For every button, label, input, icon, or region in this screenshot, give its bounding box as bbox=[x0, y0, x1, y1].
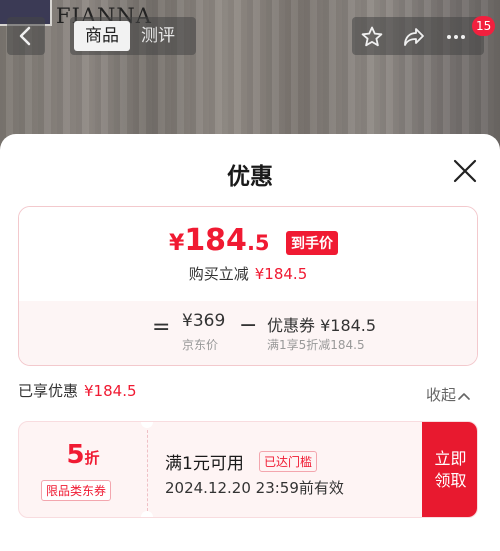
product-tabs: 商品 测评 bbox=[70, 17, 196, 55]
discount-unit: 折 bbox=[84, 449, 100, 467]
equals-sign: = bbox=[152, 315, 171, 340]
final-price-section: ¥184.5 到手价 购买立减 ¥184.5 bbox=[19, 207, 477, 301]
collapse-toggle[interactable]: 收起 bbox=[426, 384, 470, 405]
original-price-label: 京东价 bbox=[182, 338, 219, 352]
enjoyed-amount: ¥184.5 bbox=[84, 382, 137, 400]
close-icon[interactable] bbox=[452, 158, 478, 184]
star-icon[interactable] bbox=[360, 25, 384, 49]
action-bar bbox=[352, 17, 484, 55]
coupon-voucher: 5折 限品类东券 满1元可用 已达门槛 2024.12.20 23:59前有效 … bbox=[18, 421, 478, 518]
voucher-notch-top bbox=[141, 422, 153, 428]
back-button[interactable] bbox=[7, 17, 45, 55]
tab-review[interactable]: 测评 bbox=[130, 21, 186, 51]
currency-symbol: ¥ bbox=[169, 231, 185, 256]
claim-label-line2: 领取 bbox=[434, 470, 467, 490]
discount-number: 5 bbox=[66, 440, 85, 470]
threshold-tag: 已达门槛 bbox=[259, 451, 318, 472]
chevron-left-icon bbox=[19, 26, 31, 46]
collapse-label: 收起 bbox=[426, 386, 457, 404]
coupon-scope-tag: 限品类东券 bbox=[41, 480, 112, 501]
claim-coupon-button[interactable]: 立即 领取 bbox=[422, 422, 477, 517]
notification-badge: 15 bbox=[472, 16, 496, 36]
more-icon[interactable] bbox=[444, 25, 468, 49]
coupon-description: 满1享5折减184.5 bbox=[267, 338, 365, 352]
enjoyed-label: 已享优惠 bbox=[18, 382, 79, 400]
sheet-title: 优惠 bbox=[227, 164, 273, 190]
voucher-notch-bottom bbox=[141, 511, 153, 517]
instant-reduction: 购买立减 ¥184.5 bbox=[19, 263, 477, 284]
final-price-integer: 184 bbox=[184, 223, 247, 258]
coupon-validity: 2024.12.20 23:59前有效 bbox=[165, 479, 344, 497]
coupon-condition: 满1元可用 bbox=[165, 454, 244, 474]
price-breakdown-card: ¥184.5 到手价 购买立减 ¥184.5 = ¥369 京东价 − 优惠券 ¥… bbox=[18, 206, 478, 366]
original-price: ¥369 bbox=[182, 311, 226, 331]
chevron-up-icon bbox=[458, 392, 470, 400]
reduction-label: 购买立减 bbox=[188, 265, 249, 283]
price-formula: = ¥369 京东价 − 优惠券 ¥184.5 满1享5折减184.5 bbox=[19, 301, 477, 365]
voucher-discount-area: 5折 限品类东券 bbox=[19, 422, 147, 517]
final-price: ¥184.5 bbox=[169, 223, 270, 258]
claim-label-line1: 立即 bbox=[434, 448, 467, 468]
discount-value: 5折 bbox=[19, 440, 147, 470]
final-price-tag: 到手价 bbox=[286, 231, 338, 255]
coupon-amount: 优惠券 ¥184.5 bbox=[267, 316, 377, 335]
share-icon[interactable] bbox=[402, 25, 426, 49]
discount-sheet: 优惠 ¥184.5 到手价 购买立减 ¥184.5 = ¥369 京东价 − 优惠… bbox=[0, 134, 500, 551]
tab-product[interactable]: 商品 bbox=[74, 21, 130, 51]
reduction-amount: ¥184.5 bbox=[254, 265, 308, 283]
voucher-divider bbox=[147, 430, 148, 511]
enjoyed-discount: 已享优惠 ¥184.5 bbox=[18, 380, 137, 401]
final-price-decimal: .5 bbox=[246, 231, 270, 255]
minus-sign: − bbox=[239, 313, 258, 338]
